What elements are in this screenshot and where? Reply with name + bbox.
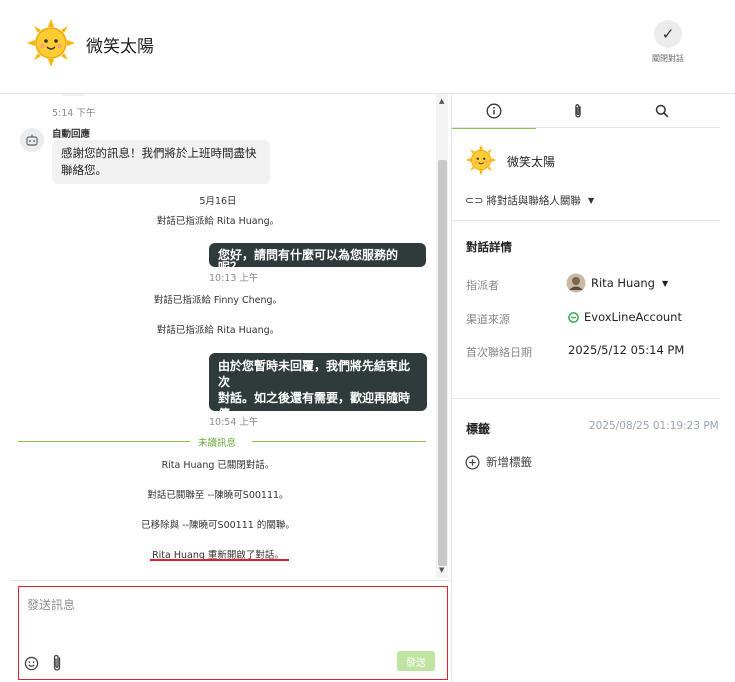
assignee-name: Rita Huang (591, 276, 655, 290)
plus-circle-icon (465, 455, 480, 469)
link-contact-dropdown[interactable]: ⊂⊃ 將對話與聯絡人關聯 ▼ (465, 193, 594, 208)
chat-messages: 5:14 下午 自動回應 感謝您的訊息！我們將於上班時間盡快 聯絡您。 5月16… (0, 94, 450, 578)
message-input[interactable] (25, 597, 429, 613)
system-message: 對話已指派給 Rita Huang。 (156, 216, 280, 227)
bot-message-line: 聯絡您。 (61, 163, 107, 177)
system-message: 已移除與 --陳曉可S00111 的關聯。 (141, 520, 295, 531)
first-contact-label: 首次聯絡日期 (466, 346, 532, 359)
add-tag-label: 新增標籤 (486, 455, 532, 469)
scroll-up-arrow[interactable]: ▲ (439, 97, 444, 105)
close-conversation-label: 關閉對話 (652, 54, 684, 63)
system-message: 對話已指派給 Rita Huang。 (156, 325, 280, 336)
tags-timestamp: 2025/08/25 01:19:23 PM (589, 420, 719, 432)
scrollbar-thumb[interactable] (438, 160, 447, 566)
paperclip-icon[interactable] (51, 654, 63, 672)
bot-message-bubble: 感謝您的訊息！我們將於上班時間盡快 聯絡您。 (52, 140, 270, 184)
check-icon: ✓ (654, 20, 682, 48)
message-composer: 發送 (18, 586, 448, 680)
bot-label: 自動回應 (52, 129, 91, 140)
conversation-details-panel: 微笑太陽 ⊂⊃ 將對話與聯絡人關聯 ▼ 對話詳情 指派者 Rita Huang … (451, 94, 720, 682)
system-message: Rita Huang 已關閉對話。 (161, 460, 275, 471)
section-divider (452, 398, 720, 399)
message-time: 5:14 下午 (52, 108, 96, 119)
channel-name: EvoxLineAccount (584, 310, 682, 324)
caret-down-icon: ▼ (661, 278, 669, 288)
robot-icon (26, 134, 38, 146)
search-icon (655, 104, 669, 117)
channel-value: EvoxLineAccount (568, 310, 682, 324)
first-contact-value: 2025/5/12 05:14 PM (568, 343, 685, 357)
details-title: 對話詳情 (466, 240, 512, 254)
assignee-avatar (566, 273, 586, 293)
message-time: 10:13 上午 (209, 273, 259, 284)
channel-line-icon (568, 311, 579, 323)
link-contact-label: 將對話與聯絡人關聯 (486, 195, 581, 207)
highlight-underline (150, 559, 289, 561)
agent-message-bubble: 由於您暫時未回覆，我們將先結束此次 對話。如之後還有需要，歡迎再隨時傳 訊與我們… (209, 353, 427, 437)
section-divider (452, 220, 720, 221)
clipped-bubble (60, 94, 86, 96)
close-conversation-button[interactable]: ✓ 關閉對話 (646, 20, 690, 68)
channel-label: 渠道來源 (466, 313, 510, 326)
scroll-down-arrow[interactable]: ▼ (439, 566, 444, 574)
tab-info[interactable] (452, 94, 536, 129)
agent-message-line: 由於您暫時未回覆，我們將先結束此次 (218, 359, 411, 389)
unread-divider-label: 未讀訊息 (198, 438, 237, 449)
assignee-label: 指派者 (466, 279, 499, 292)
sun-avatar (27, 19, 75, 67)
tab-search[interactable] (620, 94, 704, 127)
system-message: 對話已關聯至 --陳曉可S00111。 (147, 490, 289, 501)
tab-attachments[interactable] (536, 94, 620, 127)
contact-name: 微笑太陽 (507, 155, 556, 169)
assignee-dropdown[interactable]: Rita Huang ▼ (566, 273, 668, 293)
unread-divider-line (18, 441, 190, 442)
bot-avatar (20, 128, 44, 152)
info-icon (486, 103, 502, 118)
send-button[interactable]: 發送 (397, 651, 435, 671)
tab-divider (452, 127, 720, 128)
composer-divider (10, 580, 450, 581)
tags-label: 標籤 (466, 422, 491, 436)
emoji-icon[interactable] (24, 656, 39, 671)
unread-divider-line (252, 441, 426, 442)
link-icon: ⊂⊃ (465, 194, 484, 207)
sun-avatar (465, 144, 497, 176)
caret-down-icon: ▼ (587, 196, 595, 205)
system-message: 對話已指派給 Finny Cheng。 (153, 295, 283, 306)
date-separator: 5月16日 (199, 196, 237, 207)
contact-name: 微笑太陽 (86, 37, 154, 57)
message-time: 10:54 上午 (209, 417, 259, 428)
agent-message-bubble: 您好，請問有什麼可以為您服務的呢？ (209, 243, 426, 273)
bot-message-line: 感謝您的訊息！我們將於上班時間盡快 (61, 146, 257, 160)
paperclip-icon (575, 103, 581, 117)
add-tag-button[interactable]: 新增標籤 (465, 454, 532, 470)
